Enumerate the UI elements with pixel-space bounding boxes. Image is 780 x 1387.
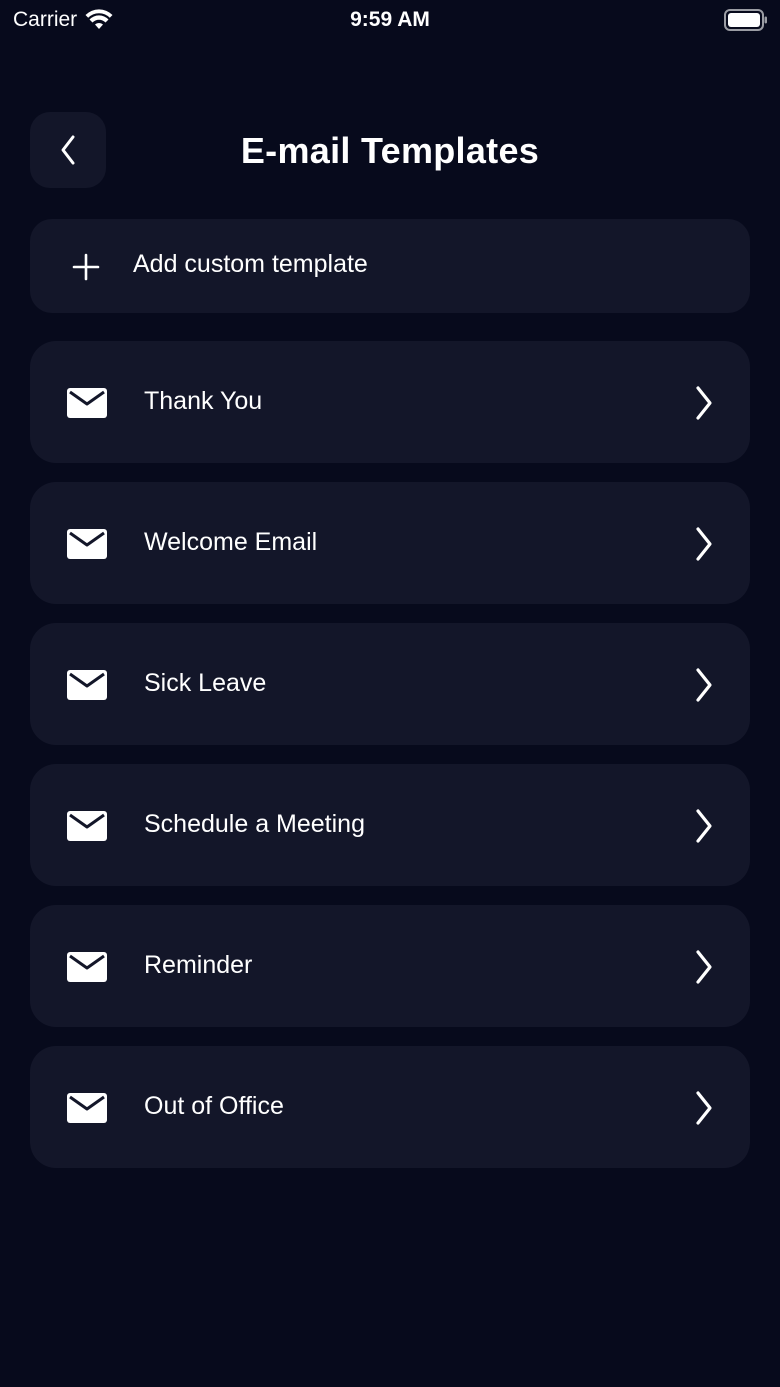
add-template-label: Add custom template — [133, 250, 368, 278]
status-bar: Carrier 9:59 AM — [0, 0, 780, 40]
add-custom-template-button[interactable]: Add custom template — [30, 219, 750, 313]
template-row-schedule-a-meeting[interactable]: Schedule a Meeting — [30, 764, 750, 886]
header: E-mail Templates — [0, 112, 780, 190]
template-label: Reminder — [144, 951, 253, 979]
template-row-out-of-office[interactable]: Out of Office — [30, 1046, 750, 1168]
status-time: 9:59 AM — [350, 8, 430, 31]
template-row-sick-leave[interactable]: Sick Leave — [30, 623, 750, 745]
mail-icon — [67, 529, 107, 559]
template-row-welcome-email[interactable]: Welcome Email — [30, 482, 750, 604]
plus-icon — [72, 253, 100, 281]
template-list: Thank You Welcome Email Sick Leave Sched… — [30, 341, 750, 1187]
chevron-right-icon — [696, 1091, 712, 1125]
template-label: Out of Office — [144, 1092, 284, 1120]
chevron-right-icon — [696, 668, 712, 702]
mail-icon — [67, 670, 107, 700]
chevron-right-icon — [696, 527, 712, 561]
mail-icon — [67, 952, 107, 982]
template-label: Sick Leave — [144, 669, 267, 697]
chevron-right-icon — [696, 386, 712, 420]
mail-icon — [67, 1093, 107, 1123]
mail-icon — [67, 811, 107, 841]
template-row-reminder[interactable]: Reminder — [30, 905, 750, 1027]
template-label: Thank You — [144, 387, 263, 415]
mail-icon — [67, 388, 107, 418]
chevron-right-icon — [696, 950, 712, 984]
template-label: Welcome Email — [144, 528, 318, 556]
chevron-right-icon — [696, 809, 712, 843]
template-row-thank-you[interactable]: Thank You — [30, 341, 750, 463]
battery-icon — [724, 9, 767, 31]
page-title: E-mail Templates — [240, 130, 540, 171]
template-label: Schedule a Meeting — [144, 810, 365, 838]
